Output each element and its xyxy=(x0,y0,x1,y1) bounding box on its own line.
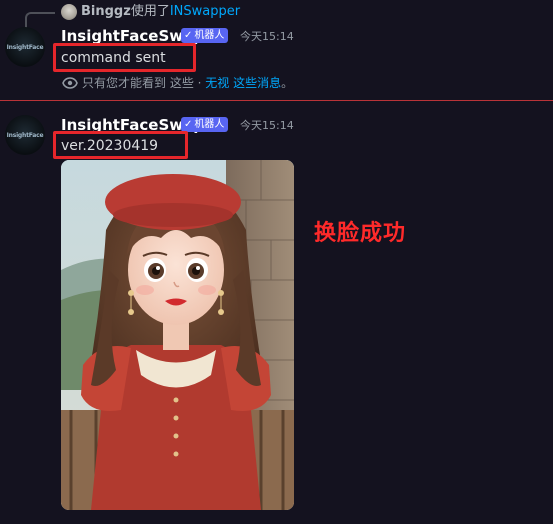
reply-command[interactable]: INSwapper xyxy=(170,4,240,19)
reply-avatar[interactable] xyxy=(61,4,77,20)
these-messages-link[interactable]: 这些消息 xyxy=(233,76,281,90)
swap-success-annotation: 换脸成功 xyxy=(314,221,407,246)
eye-icon xyxy=(62,77,78,89)
check-icon: ✓ xyxy=(184,30,193,41)
avatar-logo-text: InsightFace xyxy=(6,132,44,139)
reply-action: 使用了 xyxy=(130,4,170,19)
ephemeral-end: 。 xyxy=(281,76,294,90)
reply-username[interactable]: Binggz xyxy=(81,4,131,19)
bot-tag: ✓ 机器人 xyxy=(181,28,229,43)
reply-connector xyxy=(25,12,55,28)
message-content: command sent xyxy=(61,50,166,66)
bot-tag-label: 机器人 xyxy=(194,30,225,41)
avatar[interactable]: InsightFace xyxy=(5,27,45,67)
new-messages-divider xyxy=(0,100,553,101)
avatar[interactable]: InsightFace xyxy=(5,115,45,155)
timestamp[interactable]: 今天15:14 xyxy=(240,27,294,47)
avatar-logo-text: InsightFace xyxy=(6,44,44,51)
timestamp[interactable]: 今天15:14 xyxy=(240,116,294,136)
generated-image[interactable] xyxy=(61,160,294,510)
message-content: ver.20230419 xyxy=(61,138,159,154)
check-icon: ✓ xyxy=(184,119,193,130)
reply-context[interactable]: Binggz使用了INSwapper xyxy=(81,3,240,21)
bot-tag: ✓ 机器人 xyxy=(181,117,229,132)
ephemeral-notice: 只有您才能看到 这些 · 无视 这些消息。 xyxy=(62,75,293,91)
portrait-illustration xyxy=(61,160,294,510)
dismiss-link[interactable]: 无视 xyxy=(205,76,229,90)
ephemeral-text: 只有您才能看到 这些 · xyxy=(82,76,206,90)
bot-tag-label: 机器人 xyxy=(194,119,225,130)
